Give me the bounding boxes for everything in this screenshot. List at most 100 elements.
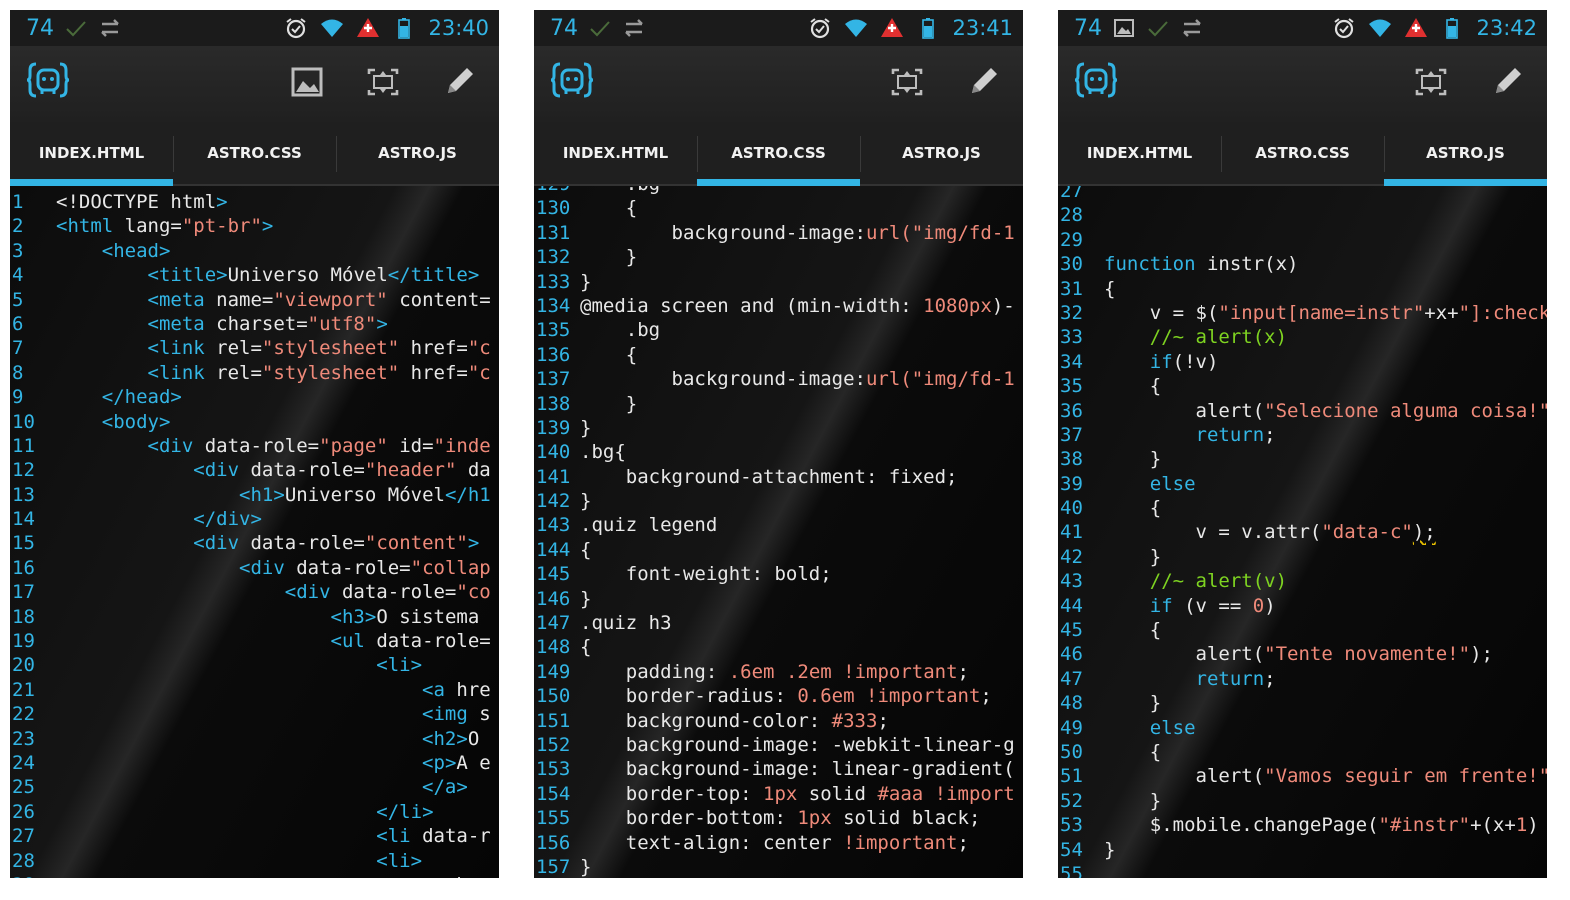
code-text: border-bottom: 1px solid black; (580, 807, 981, 830)
action-edit-pencil-button[interactable] (1483, 60, 1531, 108)
line-number: 38 (1060, 448, 1083, 471)
code-text: if(!v) (1149, 350, 1219, 373)
line-number: 45 (1060, 619, 1083, 642)
line-number: 2 (12, 215, 24, 238)
code-line: 144 { (534, 538, 1023, 562)
code-text: { (1104, 619, 1162, 642)
fullscreen-icon (889, 64, 925, 104)
tab-astro-css[interactable]: ASTRO.CSS (173, 122, 336, 184)
line-number: 151 (536, 709, 571, 732)
code-line: 32 v = $("input[name=instr"+x+"]:check (1058, 301, 1547, 325)
code-text: { (580, 197, 638, 220)
tab-astro-css[interactable]: ASTRO.CSS (697, 122, 860, 186)
line-number: 16 (12, 556, 35, 579)
line-number: 29 (10, 873, 56, 878)
code-text: <meta charset="utf8"> (147, 312, 388, 335)
action-fullscreen-button[interactable] (883, 60, 931, 108)
code-text: @media screen and (min-width: 1080px)- (580, 294, 1015, 317)
line-number: 18 (12, 605, 35, 628)
code-text: <li> (376, 654, 423, 677)
code-text: <div data-role="co (284, 581, 491, 604)
line-number: 50 (1060, 740, 1083, 763)
code-text: } (1104, 838, 1116, 861)
code-line: 40 { (1058, 496, 1547, 520)
code-line: 157} (534, 855, 1023, 878)
app-logo-icon[interactable] (1074, 58, 1118, 102)
line-number: 47 (1060, 667, 1083, 690)
status-clock: 23:41 (952, 16, 1013, 40)
code-line: 148 { (534, 635, 1023, 659)
code-text: .bg{ (580, 441, 626, 464)
line-number: 10 (12, 410, 35, 433)
code-text: } (580, 392, 638, 415)
code-editor[interactable]: 129 .bg130 {131 background-image:url("im… (534, 186, 1023, 878)
line-number: 137 (536, 368, 571, 391)
code-line: 140 .bg{ (534, 440, 1023, 464)
code-line: 11 <div data-role="page" id="inde (10, 434, 499, 458)
tab-index-html[interactable]: INDEX.HTML (1058, 122, 1221, 184)
line-number: 17 (12, 581, 35, 604)
code-line: 41 v = v.attr("data-c"); (1058, 520, 1547, 544)
code-text: background-image: linear-gradient( (580, 758, 1015, 781)
code-text: else (1149, 716, 1196, 739)
code-line: 43 //~ alert(v) (1058, 569, 1547, 593)
line-number: 142 (536, 490, 571, 513)
tab-index-html[interactable]: INDEX.HTML (534, 122, 697, 184)
code-line: 16 <div data-role="collap (10, 556, 499, 580)
code-line: 132 } (534, 245, 1023, 269)
tab-astro-js[interactable]: ASTRO.JS (860, 122, 1023, 184)
code-text: font-weight: bold; (580, 563, 832, 586)
tab-astro-js[interactable]: ASTRO.JS (1384, 122, 1547, 186)
app-logo-icon[interactable] (550, 58, 594, 102)
code-text: padding: .6em .2em !important; (580, 660, 969, 683)
action-image-button[interactable] (283, 60, 331, 108)
code-line: 31 { (1058, 277, 1547, 301)
code-line: 146} (534, 587, 1023, 611)
action-fullscreen-button[interactable] (1407, 60, 1455, 108)
line-number: 35 (1060, 375, 1083, 398)
code-text: } (1104, 448, 1162, 471)
line-number: 42 (1060, 545, 1083, 568)
line-number: 155 (536, 807, 571, 830)
line-number: 13 (12, 483, 35, 506)
action-edit-pencil-button[interactable] (435, 60, 483, 108)
line-number: 33 (1060, 326, 1083, 349)
app-logo-icon[interactable] (26, 58, 70, 102)
code-line: 153 background-image: linear-gradient( (534, 757, 1023, 781)
status-bar: 74 23:40 (10, 10, 499, 46)
tab-astro-js[interactable]: ASTRO.JS (336, 122, 499, 184)
line-number: 41 (1060, 521, 1083, 544)
code-line: 34 if(!v) (1058, 350, 1547, 374)
line-number: 21 (12, 678, 35, 701)
code-text: </li> (376, 800, 434, 823)
code-text: border-radius: 0.6em !important; (580, 685, 992, 708)
line-number: 22 (12, 703, 35, 726)
code-editor[interactable]: 1 <!DOCTYPE html> 2 <html lang="pt-br"> 3 <h… (10, 186, 499, 878)
line-number: 53 (1060, 814, 1083, 837)
code-line: 143 .quiz legend (534, 513, 1023, 537)
line-number: 48 (1060, 692, 1083, 715)
fullscreen-icon (1413, 64, 1449, 104)
code-line: 42 } (1058, 545, 1547, 569)
code-line: 9 </head> (10, 385, 499, 409)
code-text: <li data-r (376, 825, 491, 848)
code-line: 29 (1058, 228, 1547, 252)
code-text: <img s (422, 703, 491, 726)
tab-astro-css[interactable]: ASTRO.CSS (1221, 122, 1384, 184)
warning-icon (356, 16, 380, 40)
code-line: 35 { (1058, 374, 1547, 398)
code-text: return; (1195, 667, 1276, 690)
status-notification-count: 74 (26, 15, 54, 41)
line-number: 15 (12, 532, 35, 555)
code-editor[interactable]: 27 28 29 30 function instr(x) 31 {32 v = $("in… (1058, 186, 1547, 878)
status-clock: 23:42 (1476, 16, 1537, 40)
code-line: 152 background-image: -webkit-linear-g (534, 733, 1023, 757)
line-number: 157 (536, 855, 571, 878)
action-fullscreen-button[interactable] (359, 60, 407, 108)
tab-index-html[interactable]: INDEX.HTML (10, 122, 173, 186)
action-edit-pencil-button[interactable] (959, 60, 1007, 108)
code-text: } (580, 855, 592, 878)
code-text: background-image:url("img/fd-1 (580, 368, 1015, 391)
